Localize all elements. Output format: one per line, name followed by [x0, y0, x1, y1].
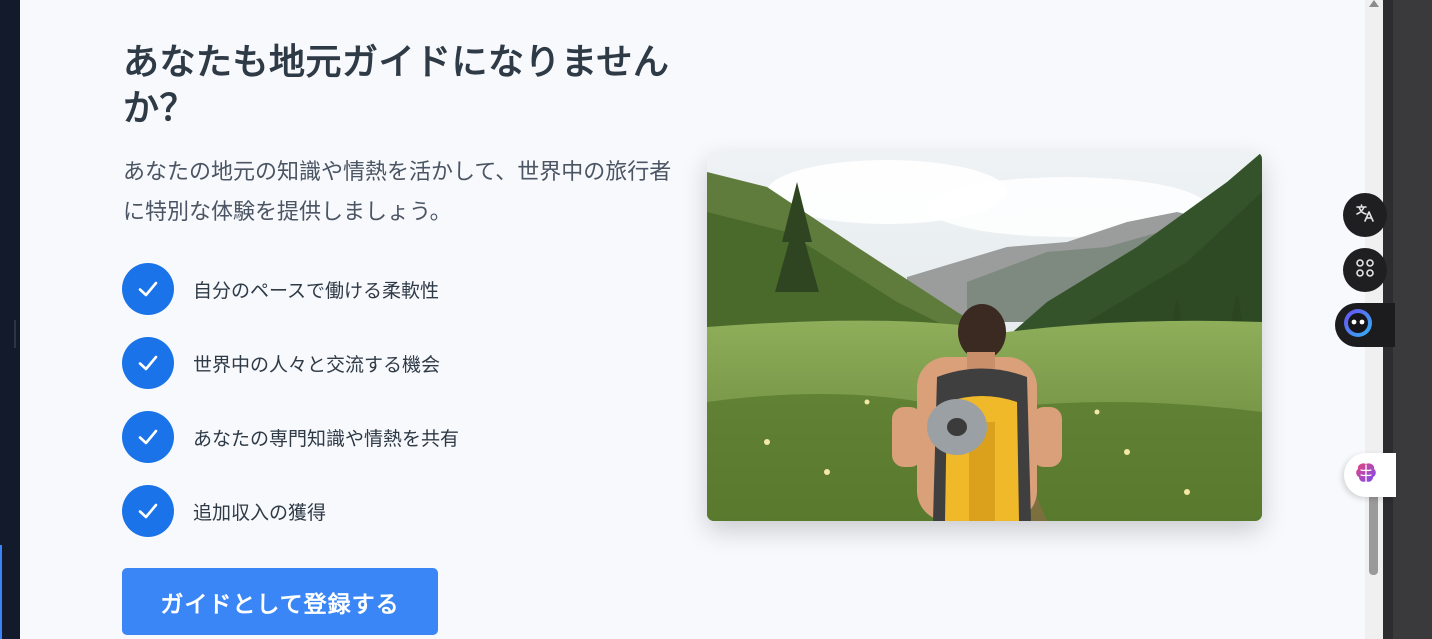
translate-icon [1354, 202, 1376, 228]
apps-grid-icon [1354, 257, 1376, 283]
brain-icon [1353, 460, 1379, 490]
benefit-item: 世界中の人々と交流する機会 [122, 336, 459, 390]
section-title: あなたも地元ガイドになりませんか？ [123, 42, 670, 129]
benefit-label: 自分のペースで働ける柔軟性 [193, 279, 440, 302]
assistant-button[interactable] [1335, 303, 1395, 347]
left-edge-mark [14, 320, 16, 348]
section-intro: あなたの地元の知識や情熱を活かして、世界中の旅行者に特別な体験を提供しましょう。 [123, 160, 672, 225]
apps-button[interactable] [1343, 248, 1387, 292]
translate-button[interactable] [1343, 193, 1387, 237]
brain-assistant-tab[interactable] [1344, 453, 1396, 497]
benefit-label: 追加収入の獲得 [193, 501, 327, 524]
scroll-up-arrow-icon[interactable] [1369, 0, 1379, 7]
benefit-label: あなたの専門知識や情熱を共有 [193, 427, 460, 450]
left-edge-panel [0, 0, 20, 639]
benefit-item: あなたの専門知識や情熱を共有 [122, 410, 459, 464]
benefit-item: 自分のペースで働ける柔軟性 [122, 262, 459, 316]
hiker-photo [707, 152, 1262, 521]
benefit-item: 追加収入の獲得 [122, 484, 459, 538]
side-frame-inner [1393, 0, 1432, 639]
benefit-list: 自分のペースで働ける柔軟性 世界中の人々と交流する機会 あなたの専門知識や情熱を… [122, 262, 459, 558]
guide-section: あなたも地元ガイドになりませんか？ あなたの地元の知識や情熱を活かして、世界中の… [20, 0, 1365, 639]
checkmark-icon [122, 485, 174, 537]
checkmark-icon [122, 411, 174, 463]
checkmark-icon [122, 337, 174, 389]
checkmark-icon [122, 263, 174, 315]
register-as-guide-button[interactable]: ガイドとして登録する [122, 568, 438, 635]
assistant-face-icon [1343, 308, 1373, 342]
left-edge-accent [0, 545, 2, 639]
benefit-label: 世界中の人々と交流する機会 [193, 353, 441, 376]
